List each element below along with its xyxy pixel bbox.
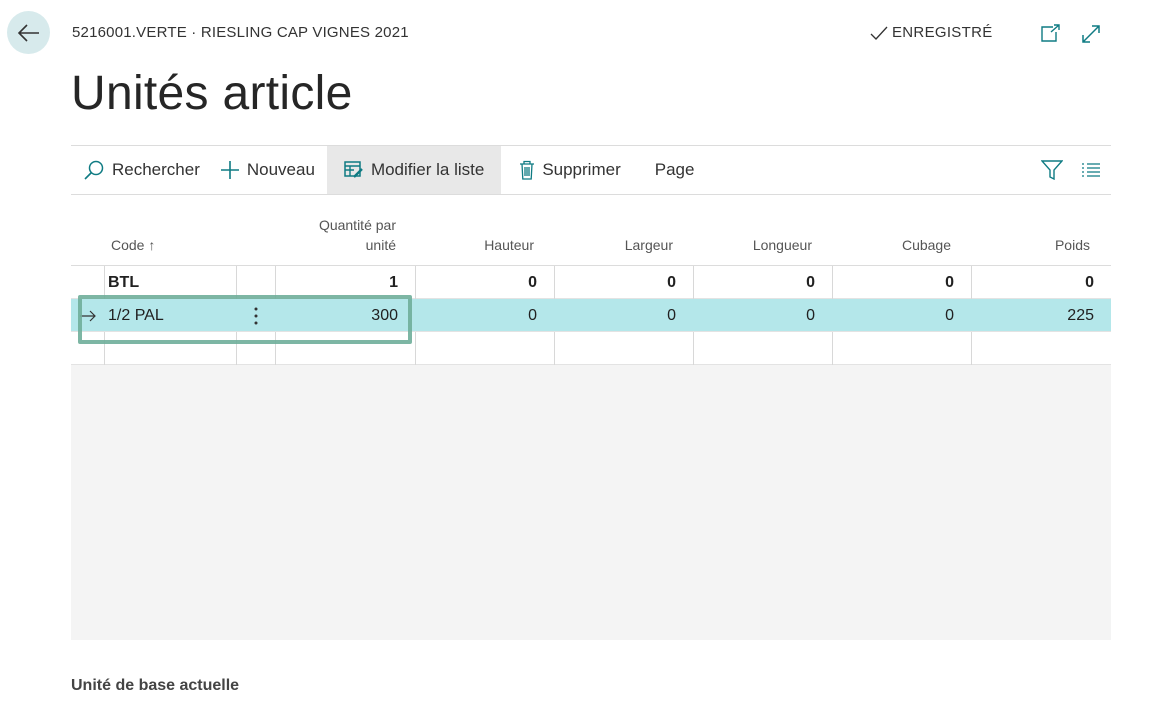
list-view-button[interactable]: [1081, 162, 1101, 178]
cell-cubage[interactable]: 0: [832, 266, 971, 299]
page-title: Unités article: [71, 67, 353, 120]
delete-button[interactable]: Supprimer: [501, 146, 632, 194]
list-icon: [1082, 163, 1100, 177]
base-unit-section-title: Unité de base actuelle: [71, 677, 240, 694]
back-button[interactable]: [7, 11, 50, 54]
cell-length[interactable]: 0: [693, 266, 832, 299]
column-header-qty-line2[interactable]: unité: [276, 237, 396, 253]
column-header-length[interactable]: Longueur: [693, 237, 812, 253]
cell-weight[interactable]: 225: [971, 299, 1111, 332]
delete-label: Supprimer: [542, 160, 621, 179]
edit-list-button[interactable]: Modifier la liste: [326, 146, 502, 194]
edit-list-label: Modifier la liste: [370, 160, 485, 179]
edit-list-icon: [344, 161, 363, 178]
column-header-code[interactable]: Code ↑: [111, 237, 155, 253]
cell-width[interactable]: 0: [554, 266, 693, 299]
action-toolbar: Rechercher Nouveau Modifier la liste Sup…: [71, 145, 1111, 195]
saved-status-label: ENREGISTRÉ: [892, 24, 993, 41]
column-header-width[interactable]: Largeur: [554, 237, 673, 253]
grid-empty-area: [71, 365, 1111, 640]
expand-button[interactable]: [1080, 23, 1102, 45]
column-header-height[interactable]: Hauteur: [415, 237, 534, 253]
search-label: Rechercher: [112, 160, 200, 179]
search-button[interactable]: Rechercher: [71, 146, 212, 194]
column-header-weight[interactable]: Poids: [971, 237, 1090, 253]
cell-cubage[interactable]: 0: [832, 299, 971, 332]
open-new-window-button[interactable]: [1039, 23, 1061, 45]
page-label: Page: [654, 160, 695, 179]
checkmark-icon: [870, 26, 888, 40]
arrow-left-icon: [17, 23, 39, 42]
highlight-box: [78, 295, 412, 344]
cell-width[interactable]: 0: [554, 299, 693, 332]
new-label: Nouveau: [246, 160, 315, 179]
saved-status: ENREGISTRÉ: [870, 24, 993, 41]
filter-icon: [1041, 160, 1063, 180]
expand-icon: [1082, 25, 1100, 43]
cell-length[interactable]: 0: [693, 299, 832, 332]
search-icon: [84, 160, 104, 180]
column-header-cubage[interactable]: Cubage: [832, 237, 951, 253]
cell-height[interactable]: 0: [415, 299, 554, 332]
cell-weight[interactable]: 0: [971, 266, 1111, 299]
column-headers: Code ↑ Quantité par unité Hauteur Largeu…: [71, 206, 1111, 266]
open-in-new-window-icon: [1041, 24, 1060, 42]
cell-height[interactable]: 0: [415, 266, 554, 299]
filter-button[interactable]: [1041, 160, 1063, 180]
breadcrumb: 5216001.VERTE · RIESLING CAP VIGNES 2021: [72, 24, 409, 41]
column-header-qty-line1[interactable]: Quantité par: [276, 217, 396, 233]
page-menu-button[interactable]: Page: [633, 146, 707, 194]
trash-icon: [520, 160, 535, 180]
plus-icon: [220, 161, 239, 179]
new-button[interactable]: Nouveau: [212, 146, 327, 194]
